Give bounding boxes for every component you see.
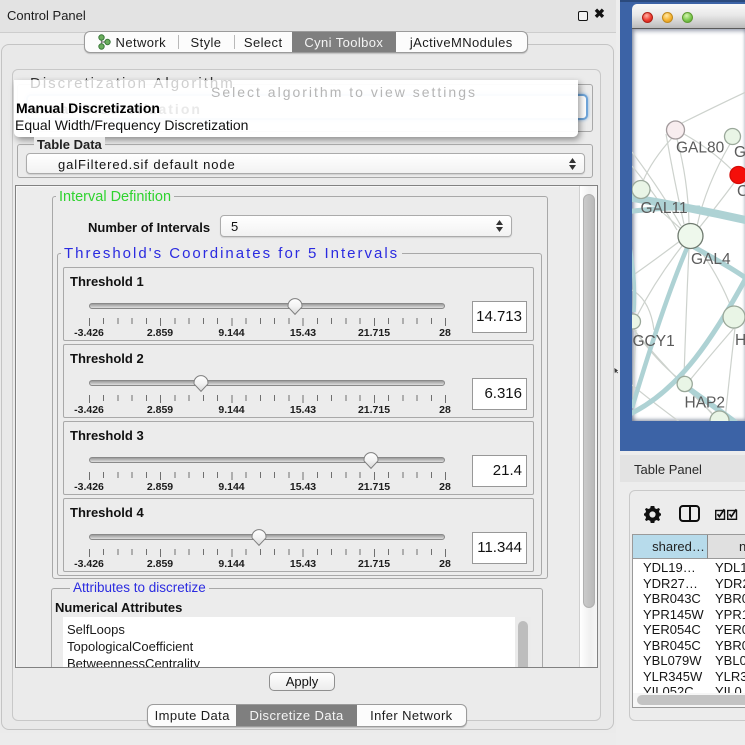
svg-text:GAL11: GAL11: [641, 200, 688, 217]
svg-text:GCY1: GCY1: [633, 333, 675, 350]
svg-text:H: H: [735, 332, 745, 349]
svg-text:C: C: [737, 183, 745, 200]
svg-text:GAL80: GAL80: [676, 140, 725, 157]
svg-text:GAL4: GAL4: [691, 251, 731, 268]
svg-text:HAP2: HAP2: [685, 395, 726, 412]
svg-text:GA: GA: [734, 144, 745, 161]
